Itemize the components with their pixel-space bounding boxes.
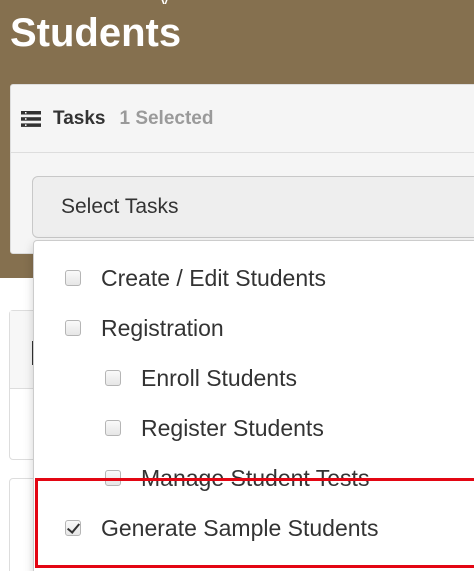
menu-item-create-edit-students[interactable]: Create / Edit Students — [65, 258, 326, 298]
selected-count: 1 Selected — [119, 108, 214, 129]
menu-item-register-students[interactable]: Register Students — [105, 408, 324, 448]
menu-item-generate-sample-students[interactable]: Generate Sample Students — [65, 508, 378, 548]
checkbox-registration[interactable] — [65, 320, 81, 336]
tasks-heading: Tasks 1 Selected — [21, 102, 213, 136]
checkbox-enroll-students[interactable] — [105, 370, 121, 386]
checkbox-create-edit-students[interactable] — [65, 270, 81, 286]
list-icon — [21, 111, 41, 127]
checkbox-generate-sample-students[interactable] — [65, 520, 81, 536]
menu-item-manage-student-tests[interactable]: Manage Student Tests — [105, 458, 369, 498]
checkbox-manage-student-tests[interactable] — [105, 470, 121, 486]
page-title: Students — [10, 11, 182, 55]
tasks-label: Tasks — [53, 108, 106, 129]
menu-item-enroll-students[interactable]: Enroll Students — [105, 358, 297, 398]
menu-item-label: Manage Student Tests — [141, 464, 370, 491]
menu-item-label: Registration — [101, 314, 224, 341]
menu-item-label: Enroll Students — [141, 364, 297, 391]
page: y Students Tasks 1 Selected Select Tasks… — [0, 0, 474, 571]
menu-item-label: Register Students — [141, 414, 324, 441]
menu-item-label: Create / Edit Students — [101, 264, 327, 291]
select-tasks-dropdown[interactable]: Select Tasks — [32, 176, 474, 238]
checkbox-register-students[interactable] — [105, 420, 121, 436]
panel-divider — [11, 152, 474, 153]
menu-item-registration[interactable]: Registration — [65, 308, 224, 348]
menu-item-label: Generate Sample Students — [101, 514, 379, 541]
